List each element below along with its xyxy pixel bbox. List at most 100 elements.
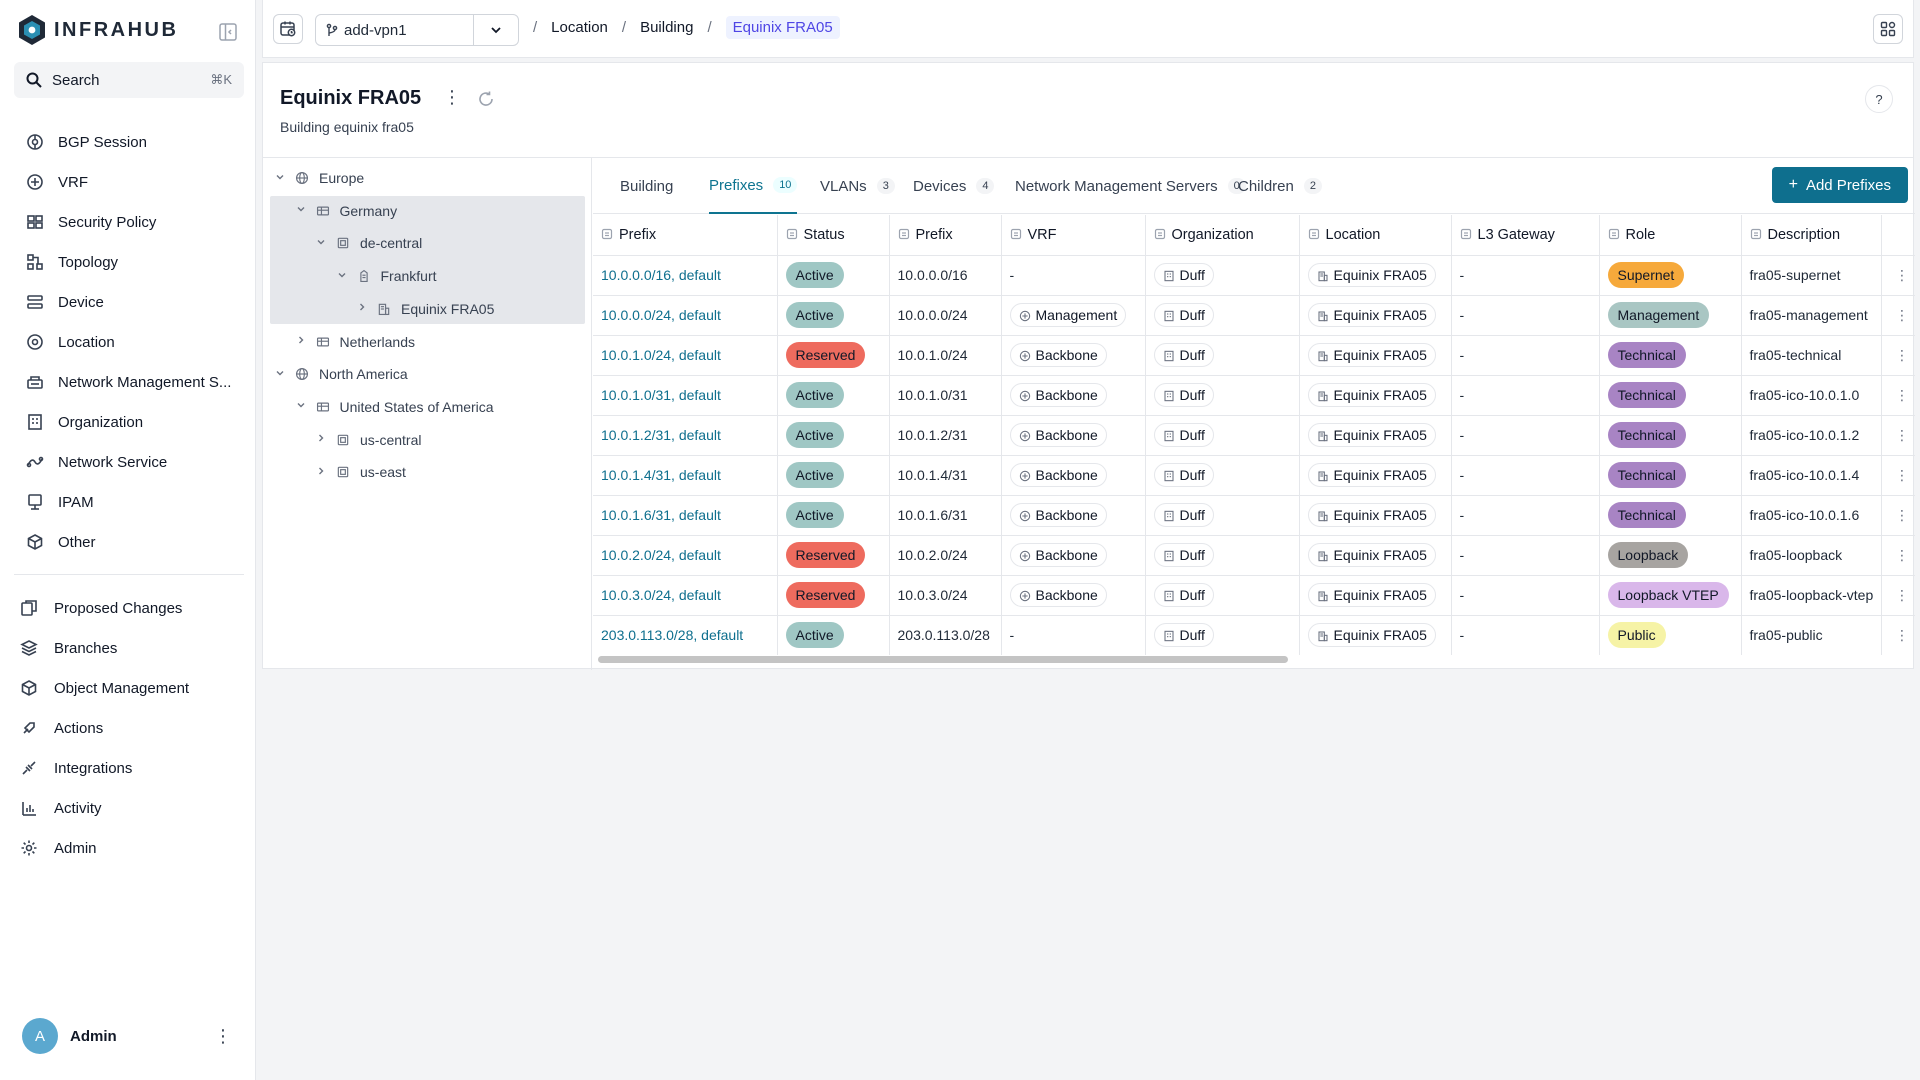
object-actions-kebab-icon[interactable]: ⋮ bbox=[443, 87, 461, 108]
vrf-chip[interactable]: Backbone bbox=[1009, 463, 1107, 487]
prefix-link[interactable]: 10.0.0.0/24, default bbox=[593, 295, 778, 336]
tree-node[interactable]: Europe bbox=[273, 162, 364, 194]
tree-node[interactable]: us-central bbox=[314, 424, 421, 456]
chevron-down-icon[interactable] bbox=[294, 204, 308, 217]
vrf-chip[interactable]: Backbone bbox=[1009, 423, 1107, 447]
sidebar-item-actions[interactable]: Actions bbox=[14, 708, 244, 748]
prefix-link[interactable]: 10.0.2.0/24, default bbox=[593, 535, 778, 576]
organization-chip[interactable]: Duff bbox=[1153, 263, 1214, 287]
table-row[interactable]: 10.0.2.0/24, default Reserved 10.0.2.0/24 B… bbox=[593, 535, 1915, 576]
vrf-chip[interactable]: Backbone bbox=[1009, 383, 1107, 407]
apps-button[interactable] bbox=[1873, 14, 1903, 44]
prefix-link[interactable]: 10.0.1.2/31, default bbox=[593, 415, 778, 456]
sidebar-item-vrf[interactable]: VRF bbox=[14, 162, 244, 202]
sidebar-item-object-management[interactable]: Object Management bbox=[14, 668, 244, 708]
table-row[interactable]: 10.0.1.6/31, default Active 10.0.1.6/31 Bac… bbox=[593, 495, 1915, 536]
vrf-chip[interactable]: Backbone bbox=[1009, 583, 1107, 607]
sidebar-item-network-management-s[interactable]: Network Management S... bbox=[14, 362, 244, 402]
tree-node[interactable]: us-east bbox=[314, 456, 406, 488]
chevron-down-icon[interactable] bbox=[335, 270, 349, 283]
chevron-right-icon[interactable] bbox=[314, 466, 328, 479]
refresh-icon[interactable] bbox=[477, 90, 495, 108]
organization-chip[interactable]: Duff bbox=[1153, 383, 1214, 407]
row-actions-kebab-icon[interactable]: ⋮ bbox=[1881, 415, 1915, 456]
chevron-right-icon[interactable] bbox=[355, 302, 369, 315]
location-chip[interactable]: Equinix FRA05 bbox=[1307, 623, 1436, 647]
row-actions-kebab-icon[interactable]: ⋮ bbox=[1881, 575, 1915, 616]
table-row[interactable]: 10.0.1.0/24, default Reserved 10.0.1.0/24 B… bbox=[593, 335, 1915, 376]
prefix-link[interactable]: 10.0.1.4/31, default bbox=[593, 455, 778, 496]
sidebar-item-integrations[interactable]: Integrations bbox=[14, 748, 244, 788]
sidebar-item-proposed-changes[interactable]: Proposed Changes bbox=[14, 588, 244, 628]
sidebar-item-ipam[interactable]: IPAM bbox=[14, 482, 244, 522]
vrf-chip[interactable]: Backbone bbox=[1009, 503, 1107, 527]
vrf-chip[interactable]: Backbone bbox=[1009, 543, 1107, 567]
table-row[interactable]: 10.0.0.0/16, default Active 10.0.0.0/16- Du… bbox=[593, 255, 1915, 296]
location-chip[interactable]: Equinix FRA05 bbox=[1307, 383, 1436, 407]
chevron-down-icon[interactable] bbox=[273, 172, 287, 185]
chevron-right-icon[interactable] bbox=[314, 433, 328, 446]
organization-chip[interactable]: Duff bbox=[1153, 303, 1214, 327]
row-actions-kebab-icon[interactable]: ⋮ bbox=[1881, 255, 1915, 296]
prefix-link[interactable]: 10.0.0.0/16, default bbox=[593, 255, 778, 296]
tree-node[interactable]: Netherlands bbox=[294, 326, 415, 358]
organization-chip[interactable]: Duff bbox=[1153, 503, 1214, 527]
row-actions-kebab-icon[interactable]: ⋮ bbox=[1881, 375, 1915, 416]
breadcrumb-current[interactable]: Equinix FRA05 bbox=[725, 16, 840, 39]
help-button[interactable]: ? bbox=[1865, 85, 1893, 113]
app-logo[interactable]: INFRAHUB bbox=[18, 14, 178, 46]
sidebar-item-admin[interactable]: Admin bbox=[14, 828, 244, 868]
tab-children[interactable]: Children 2 bbox=[1238, 158, 1322, 214]
organization-chip[interactable]: Duff bbox=[1153, 543, 1214, 567]
sidebar-item-device[interactable]: Device bbox=[14, 282, 244, 322]
table-row[interactable]: 10.0.1.0/31, default Active 10.0.1.0/31 Bac… bbox=[593, 375, 1915, 416]
sidebar-item-other[interactable]: Other bbox=[14, 522, 244, 562]
column-header[interactable]: Prefix bbox=[889, 215, 1002, 256]
branch-name-box[interactable]: add-vpn1 bbox=[316, 15, 474, 45]
collapse-sidebar-icon[interactable] bbox=[218, 22, 238, 42]
chevron-down-icon[interactable] bbox=[314, 237, 328, 250]
time-travel-button[interactable] bbox=[273, 14, 303, 44]
tab-devices[interactable]: Devices 4 bbox=[913, 158, 995, 214]
branch-selector[interactable]: add-vpn1 bbox=[315, 14, 519, 46]
prefix-link[interactable]: 10.0.1.0/24, default bbox=[593, 335, 778, 376]
row-actions-kebab-icon[interactable]: ⋮ bbox=[1881, 495, 1915, 536]
add-prefixes-button[interactable]: + Add Prefixes bbox=[1771, 167, 1908, 203]
location-chip[interactable]: Equinix FRA05 bbox=[1307, 343, 1436, 367]
table-row[interactable]: 203.0.113.0/28, default Active 203.0.113.0… bbox=[593, 615, 1915, 655]
column-header[interactable]: Organization bbox=[1145, 215, 1300, 256]
row-actions-kebab-icon[interactable]: ⋮ bbox=[1881, 615, 1915, 655]
horizontal-scrollbar[interactable] bbox=[593, 655, 1915, 663]
branch-dropdown-toggle[interactable] bbox=[474, 23, 518, 37]
chevron-right-icon[interactable] bbox=[294, 335, 308, 348]
tree-node[interactable]: United States of America bbox=[294, 391, 494, 423]
breadcrumb-building[interactable]: Building bbox=[640, 19, 693, 36]
prefix-link[interactable]: 203.0.113.0/28, default bbox=[593, 615, 778, 655]
prefix-link[interactable]: 10.0.1.6/31, default bbox=[593, 495, 778, 536]
sidebar-item-activity[interactable]: Activity bbox=[14, 788, 244, 828]
tab-prefixes[interactable]: Prefixes 10 bbox=[709, 158, 798, 214]
location-chip[interactable]: Equinix FRA05 bbox=[1307, 303, 1436, 327]
column-header[interactable]: Prefix bbox=[593, 215, 778, 256]
row-actions-kebab-icon[interactable]: ⋮ bbox=[1881, 335, 1915, 376]
chevron-down-icon[interactable] bbox=[294, 400, 308, 413]
organization-chip[interactable]: Duff bbox=[1153, 623, 1214, 647]
table-row[interactable]: 10.0.1.4/31, default Active 10.0.1.4/31 Bac… bbox=[593, 455, 1915, 496]
sidebar-item-security-policy[interactable]: Security Policy bbox=[14, 202, 244, 242]
location-chip[interactable]: Equinix FRA05 bbox=[1307, 423, 1436, 447]
tree-node[interactable]: Equinix FRA05 bbox=[355, 293, 494, 325]
organization-chip[interactable]: Duff bbox=[1153, 423, 1214, 447]
sidebar-item-topology[interactable]: Topology bbox=[14, 242, 244, 282]
row-actions-kebab-icon[interactable]: ⋮ bbox=[1881, 455, 1915, 496]
chevron-down-icon[interactable] bbox=[273, 368, 287, 381]
tree-node[interactable]: Frankfurt bbox=[335, 260, 437, 292]
location-chip[interactable]: Equinix FRA05 bbox=[1307, 583, 1436, 607]
prefix-link[interactable]: 10.0.3.0/24, default bbox=[593, 575, 778, 616]
organization-chip[interactable]: Duff bbox=[1153, 343, 1214, 367]
user-kebab-icon[interactable]: ⋮ bbox=[214, 1027, 232, 1045]
breadcrumb-location[interactable]: Location bbox=[551, 19, 608, 36]
tab-network-management-servers[interactable]: Network Management Servers 0 bbox=[1015, 158, 1246, 214]
location-chip[interactable]: Equinix FRA05 bbox=[1307, 263, 1436, 287]
tab-vlans[interactable]: VLANs 3 bbox=[820, 158, 895, 214]
column-header[interactable]: Description bbox=[1741, 215, 1882, 256]
